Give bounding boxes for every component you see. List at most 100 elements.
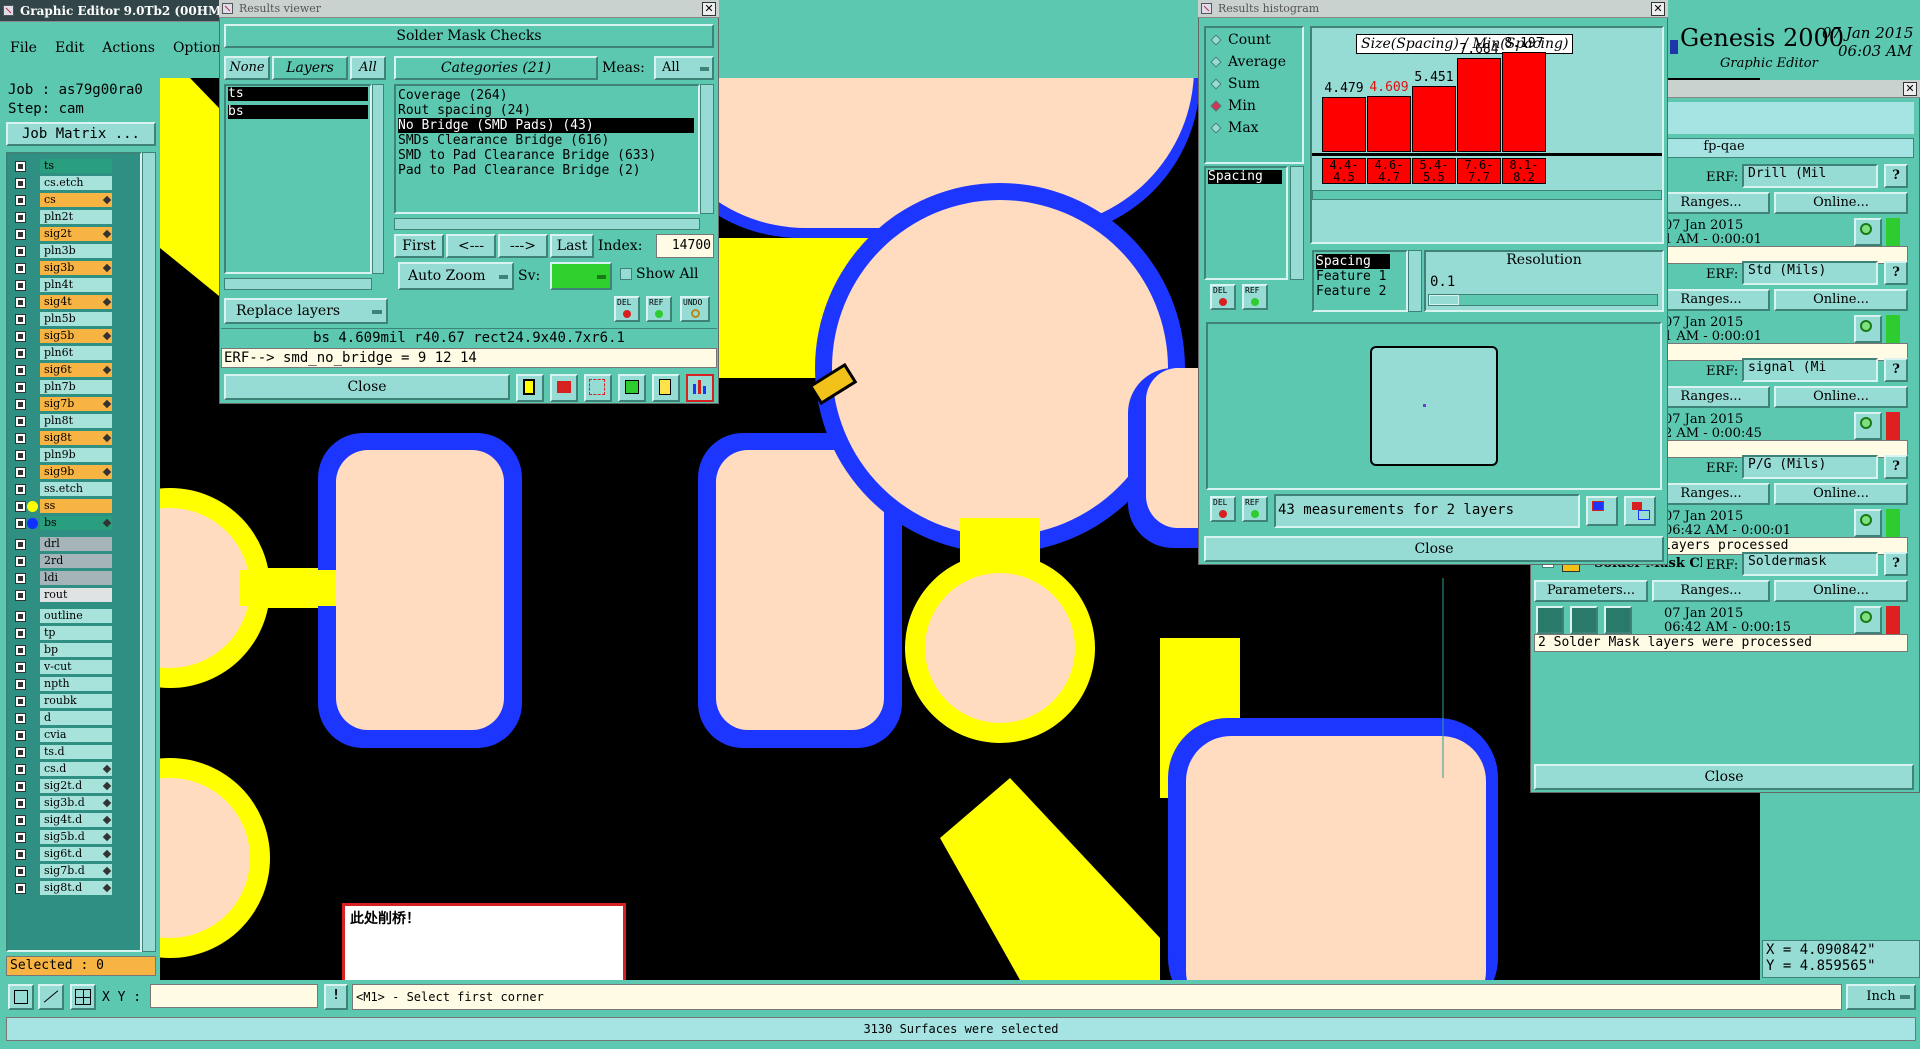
histogram-icon[interactable] — [686, 374, 714, 402]
parameters-button[interactable]: Parameters... — [1534, 580, 1648, 602]
warning-icon[interactable]: ! — [324, 984, 348, 1010]
palette-icon[interactable] — [516, 374, 544, 402]
zoom-icon[interactable] — [1854, 606, 1882, 634]
layer-checkbox[interactable] — [15, 679, 26, 690]
layer-checkbox[interactable] — [15, 263, 26, 274]
layer-checkbox[interactable] — [15, 280, 26, 291]
layer-row[interactable]: cs — [10, 192, 128, 209]
layer-checkbox[interactable] — [15, 365, 26, 376]
layer-checkbox[interactable] — [15, 195, 26, 206]
close-icon[interactable]: ✕ — [1903, 82, 1917, 96]
histogram-bar[interactable] — [1502, 52, 1546, 152]
close-icon[interactable]: ✕ — [1651, 2, 1665, 16]
layer-checkbox[interactable] — [15, 484, 26, 495]
layer-checkbox[interactable] — [15, 246, 26, 257]
ranges-button[interactable]: Ranges... — [1652, 386, 1770, 408]
layer-checkbox[interactable] — [15, 815, 26, 826]
categories-scrollbar[interactable] — [700, 84, 714, 214]
delete-icon[interactable]: DEL — [614, 296, 640, 322]
show-all-checkbox[interactable] — [620, 268, 632, 280]
aggregate-option[interactable]: Sum — [1210, 76, 1300, 94]
online-button[interactable]: Online... — [1774, 483, 1908, 505]
layer-row[interactable]: pln9b — [10, 447, 128, 464]
layer-checkbox[interactable] — [15, 849, 26, 860]
layer-row[interactable]: pln3b — [10, 243, 128, 260]
layer-row[interactable]: cs.d — [10, 761, 128, 778]
viewer-close-button[interactable]: Close — [224, 374, 510, 400]
layer-checkbox[interactable] — [15, 399, 26, 410]
layer-row[interactable]: sig2t — [10, 226, 128, 243]
ranges-button[interactable]: Ranges... — [1652, 580, 1770, 602]
delete-icon[interactable]: DEL — [1210, 496, 1236, 522]
histogram-bar[interactable] — [1367, 96, 1411, 152]
resolution-slider[interactable] — [1428, 294, 1658, 306]
ref-icon[interactable]: REF — [1242, 284, 1268, 310]
category-item[interactable]: SMDs Clearance Bridge (616) — [398, 133, 609, 148]
field-item[interactable]: Spacing — [1316, 254, 1390, 269]
export-icon[interactable] — [618, 374, 646, 402]
layer-checkbox[interactable] — [15, 590, 26, 601]
layer-checkbox[interactable] — [15, 348, 26, 359]
layer-checkbox[interactable] — [15, 518, 26, 529]
histogram-bar[interactable] — [1457, 58, 1501, 152]
layer-row[interactable]: outline — [10, 608, 128, 625]
layer-row[interactable]: ts — [10, 158, 128, 175]
layer-checkbox[interactable] — [15, 314, 26, 325]
layer-checkbox[interactable] — [15, 645, 26, 656]
layer-checkbox[interactable] — [15, 747, 26, 758]
zoom-icon[interactable] — [1854, 315, 1882, 343]
help-icon[interactable]: ? — [1884, 552, 1908, 576]
layer-checkbox[interactable] — [15, 331, 26, 342]
close-icon[interactable]: ✕ — [702, 2, 716, 16]
layer-row[interactable]: cs.etch — [10, 175, 128, 192]
layer-row[interactable]: sig4t — [10, 294, 128, 311]
index-input[interactable]: 14700 — [656, 234, 714, 258]
radio-diamond-icon[interactable] — [1210, 122, 1222, 134]
layer-row[interactable]: sig9b — [10, 464, 128, 481]
category-item[interactable]: No Bridge (SMD Pads) (43) — [398, 118, 694, 133]
field-item[interactable]: Feature 1 — [1316, 269, 1386, 284]
ref-icon[interactable]: REF — [1242, 496, 1268, 522]
layer-row[interactable]: pln8t — [10, 413, 128, 430]
layer-row[interactable]: drl — [10, 536, 128, 553]
layer-row[interactable]: pln2t — [10, 209, 128, 226]
layer-row[interactable]: v-cut — [10, 659, 128, 676]
help-icon[interactable]: ? — [1884, 261, 1908, 285]
histogram-close-button[interactable]: Close — [1204, 536, 1664, 562]
layers-none-button[interactable]: None — [224, 56, 270, 80]
tab-categories[interactable]: Categories (21) — [394, 56, 598, 80]
zoom-features-icon[interactable] — [1586, 496, 1618, 526]
highlight-icon[interactable] — [550, 374, 578, 402]
radio-diamond-icon[interactable] — [1210, 78, 1222, 90]
online-button[interactable]: Online... — [1774, 289, 1908, 311]
layer-checkbox[interactable] — [15, 696, 26, 707]
layer-row[interactable]: rout — [10, 587, 128, 604]
layer-checkbox[interactable] — [15, 573, 26, 584]
layer-checkbox[interactable] — [15, 450, 26, 461]
categories-hscroll[interactable] — [394, 218, 700, 230]
layer-row[interactable]: sig7b.d — [10, 863, 128, 880]
category-item[interactable]: SMD to Pad Clearance Bridge (633) — [398, 148, 656, 163]
layer-checkbox[interactable] — [15, 662, 26, 673]
layer-checkbox[interactable] — [15, 416, 26, 427]
layer-row[interactable]: sig8t.d — [10, 880, 128, 897]
layer-checkbox[interactable] — [15, 764, 26, 775]
replace-layers-dropdown[interactable]: Replace layers — [224, 298, 388, 324]
tab-layers[interactable]: Layers — [272, 56, 348, 80]
chart-hscroll[interactable] — [1312, 190, 1662, 200]
layer-checkbox[interactable] — [15, 161, 26, 172]
aggregate-option[interactable]: Max — [1210, 120, 1300, 138]
layer-checkbox[interactable] — [15, 297, 26, 308]
layers-all-button[interactable]: All — [350, 56, 386, 80]
layer-checkbox[interactable] — [15, 798, 26, 809]
layer-checkbox[interactable] — [15, 433, 26, 444]
ranges-button[interactable]: Ranges... — [1652, 483, 1770, 505]
zoom-icon[interactable] — [1854, 412, 1882, 440]
checklist-close-button[interactable]: Close — [1534, 764, 1914, 790]
spacing-list-item[interactable]: Spacing — [1208, 170, 1282, 184]
layer-row[interactable]: ts.d — [10, 744, 128, 761]
layer-row[interactable]: sig3b.d — [10, 795, 128, 812]
tool-select-icon[interactable] — [8, 984, 34, 1010]
layer-row[interactable]: bp — [10, 642, 128, 659]
layer-checkbox[interactable] — [15, 178, 26, 189]
